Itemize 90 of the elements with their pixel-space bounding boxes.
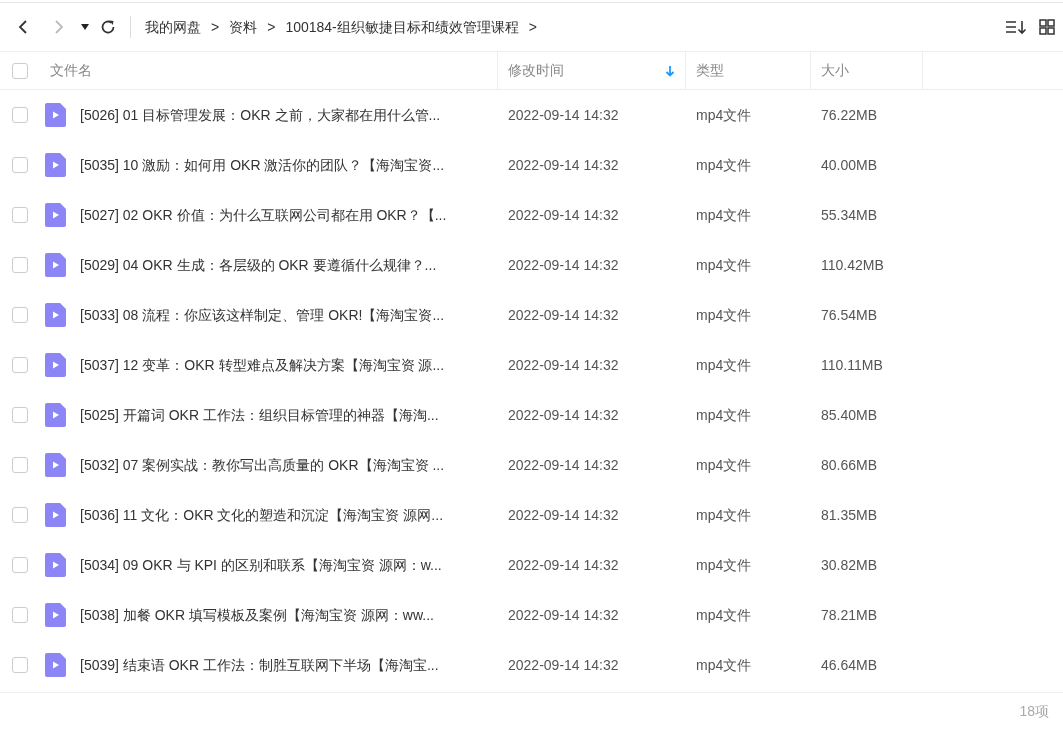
video-file-icon <box>45 653 66 677</box>
file-size: 76.22MB <box>821 105 878 125</box>
column-header[interactable]: 大小 <box>821 60 849 81</box>
video-file-icon <box>45 453 66 477</box>
checkbox[interactable] <box>12 657 28 673</box>
file-name[interactable]: [5035] 10 激励：如何用 OKR 激活你的团队？【海淘宝资... <box>80 154 445 176</box>
breadcrumb-separator: > <box>267 17 276 37</box>
file-type: mp4文件 <box>696 505 752 525</box>
file-name[interactable]: [5037] 12 变革：OKR 转型难点及解决方案【海淘宝资 源... <box>80 354 445 376</box>
column-header[interactable]: 类型 <box>696 60 724 81</box>
file-name[interactable]: [5026] 01 目标管理发展：OKR 之前，大家都在用什么管... <box>80 104 441 126</box>
checkbox[interactable] <box>12 557 28 573</box>
sort-icon[interactable] <box>1005 19 1027 35</box>
file-type: mp4文件 <box>696 455 752 475</box>
grid-view-icon[interactable] <box>1039 19 1055 35</box>
file-name[interactable]: [5029] 04 OKR 生成：各层级的 OKR 要遵循什么规律？... <box>80 254 437 276</box>
video-file-icon <box>45 103 66 127</box>
file-size: 30.82MB <box>821 555 878 575</box>
file-type: mp4文件 <box>696 105 752 125</box>
modified-time: 2022-09-14 14:32 <box>508 605 619 625</box>
breadcrumb-link[interactable]: 我的网盘 <box>145 16 201 38</box>
modified-time: 2022-09-14 14:32 <box>508 555 619 575</box>
breadcrumb-link[interactable]: 资料 <box>229 16 258 38</box>
file-size: 85.40MB <box>821 405 878 425</box>
file-type: mp4文件 <box>696 655 752 675</box>
modified-time: 2022-09-14 14:32 <box>508 655 619 675</box>
file-name[interactable]: [5036] 11 文化：OKR 文化的塑造和沉淀【海淘宝资 源网... <box>80 504 444 526</box>
file-size: 40.00MB <box>821 155 878 175</box>
file-name[interactable]: [5034] 09 OKR 与 KPI 的区别和联系【海淘宝资 源网：w... <box>80 554 442 576</box>
item-count: 18项 <box>1019 702 1049 721</box>
video-file-icon <box>45 303 66 327</box>
forward-icon[interactable] <box>52 19 66 35</box>
video-file-icon <box>45 153 66 177</box>
video-file-icon <box>45 353 66 377</box>
checkbox[interactable] <box>12 107 28 123</box>
checkbox[interactable] <box>12 407 28 423</box>
modified-time: 2022-09-14 14:32 <box>508 105 619 125</box>
checkbox[interactable] <box>12 62 28 79</box>
modified-time: 2022-09-14 14:32 <box>508 305 619 325</box>
file-name[interactable]: [5033] 08 流程：你应该这样制定、管理 OKR!【海淘宝资... <box>80 304 445 326</box>
checkbox[interactable] <box>12 257 28 273</box>
file-type: mp4文件 <box>696 555 752 575</box>
file-name[interactable]: [5025] 开篇词 OKR 工作法：组织目标管理的神器【海淘... <box>80 404 439 426</box>
checkbox[interactable] <box>12 607 28 623</box>
file-size: 55.34MB <box>821 205 878 225</box>
modified-time: 2022-09-14 14:32 <box>508 405 619 425</box>
file-size: 78.21MB <box>821 605 878 625</box>
file-type: mp4文件 <box>696 405 752 425</box>
file-size: 80.66MB <box>821 455 878 475</box>
checkbox[interactable] <box>12 507 28 523</box>
file-type: mp4文件 <box>696 305 752 325</box>
file-size: 76.54MB <box>821 305 878 325</box>
video-file-icon <box>45 253 66 277</box>
checkbox[interactable] <box>12 357 28 373</box>
breadcrumb-link[interactable]: 100184-组织敏捷目标和绩效管理课程 <box>285 16 519 38</box>
modified-time: 2022-09-14 14:32 <box>508 205 619 225</box>
file-type: mp4文件 <box>696 155 752 175</box>
video-file-icon <box>45 603 66 627</box>
back-icon[interactable] <box>16 19 30 35</box>
column-header[interactable]: 修改时间 <box>508 60 564 81</box>
video-file-icon <box>45 403 66 427</box>
modified-time: 2022-09-14 14:32 <box>508 355 619 375</box>
file-name[interactable]: [5027] 02 OKR 价值：为什么互联网公司都在用 OKR？【... <box>80 204 447 226</box>
checkbox[interactable] <box>12 307 28 323</box>
modified-time: 2022-09-14 14:32 <box>508 505 619 525</box>
file-size: 110.11MB <box>821 355 883 375</box>
file-size: 110.42MB <box>821 255 884 275</box>
checkbox[interactable] <box>12 157 28 173</box>
breadcrumb-separator: > <box>528 17 537 37</box>
checkbox[interactable] <box>12 207 28 223</box>
video-file-icon <box>45 553 66 577</box>
file-type: mp4文件 <box>696 605 752 625</box>
video-file-icon <box>45 503 66 527</box>
file-type: mp4文件 <box>696 205 752 225</box>
file-type: mp4文件 <box>696 255 752 275</box>
modified-time: 2022-09-14 14:32 <box>508 255 619 275</box>
refresh-icon[interactable] <box>100 19 116 35</box>
file-type: mp4文件 <box>696 355 752 375</box>
modified-time: 2022-09-14 14:32 <box>508 155 619 175</box>
video-file-icon <box>45 203 66 227</box>
column-header[interactable]: 文件名 <box>50 60 92 81</box>
file-name[interactable]: [5038] 加餐 OKR 填写模板及案例【海淘宝资 源网：ww... <box>80 604 434 626</box>
file-size: 81.35MB <box>821 505 878 525</box>
file-size: 46.64MB <box>821 655 878 675</box>
checkbox[interactable] <box>12 457 28 473</box>
modified-time: 2022-09-14 14:32 <box>508 455 619 475</box>
file-name[interactable]: [5032] 07 案例实战：教你写出高质量的 OKR【海淘宝资 ... <box>80 454 445 476</box>
dropdown-caret-icon[interactable] <box>80 24 90 30</box>
file-name[interactable]: [5039] 结束语 OKR 工作法：制胜互联网下半场【海淘宝... <box>80 654 439 676</box>
breadcrumb-separator: > <box>211 17 220 37</box>
